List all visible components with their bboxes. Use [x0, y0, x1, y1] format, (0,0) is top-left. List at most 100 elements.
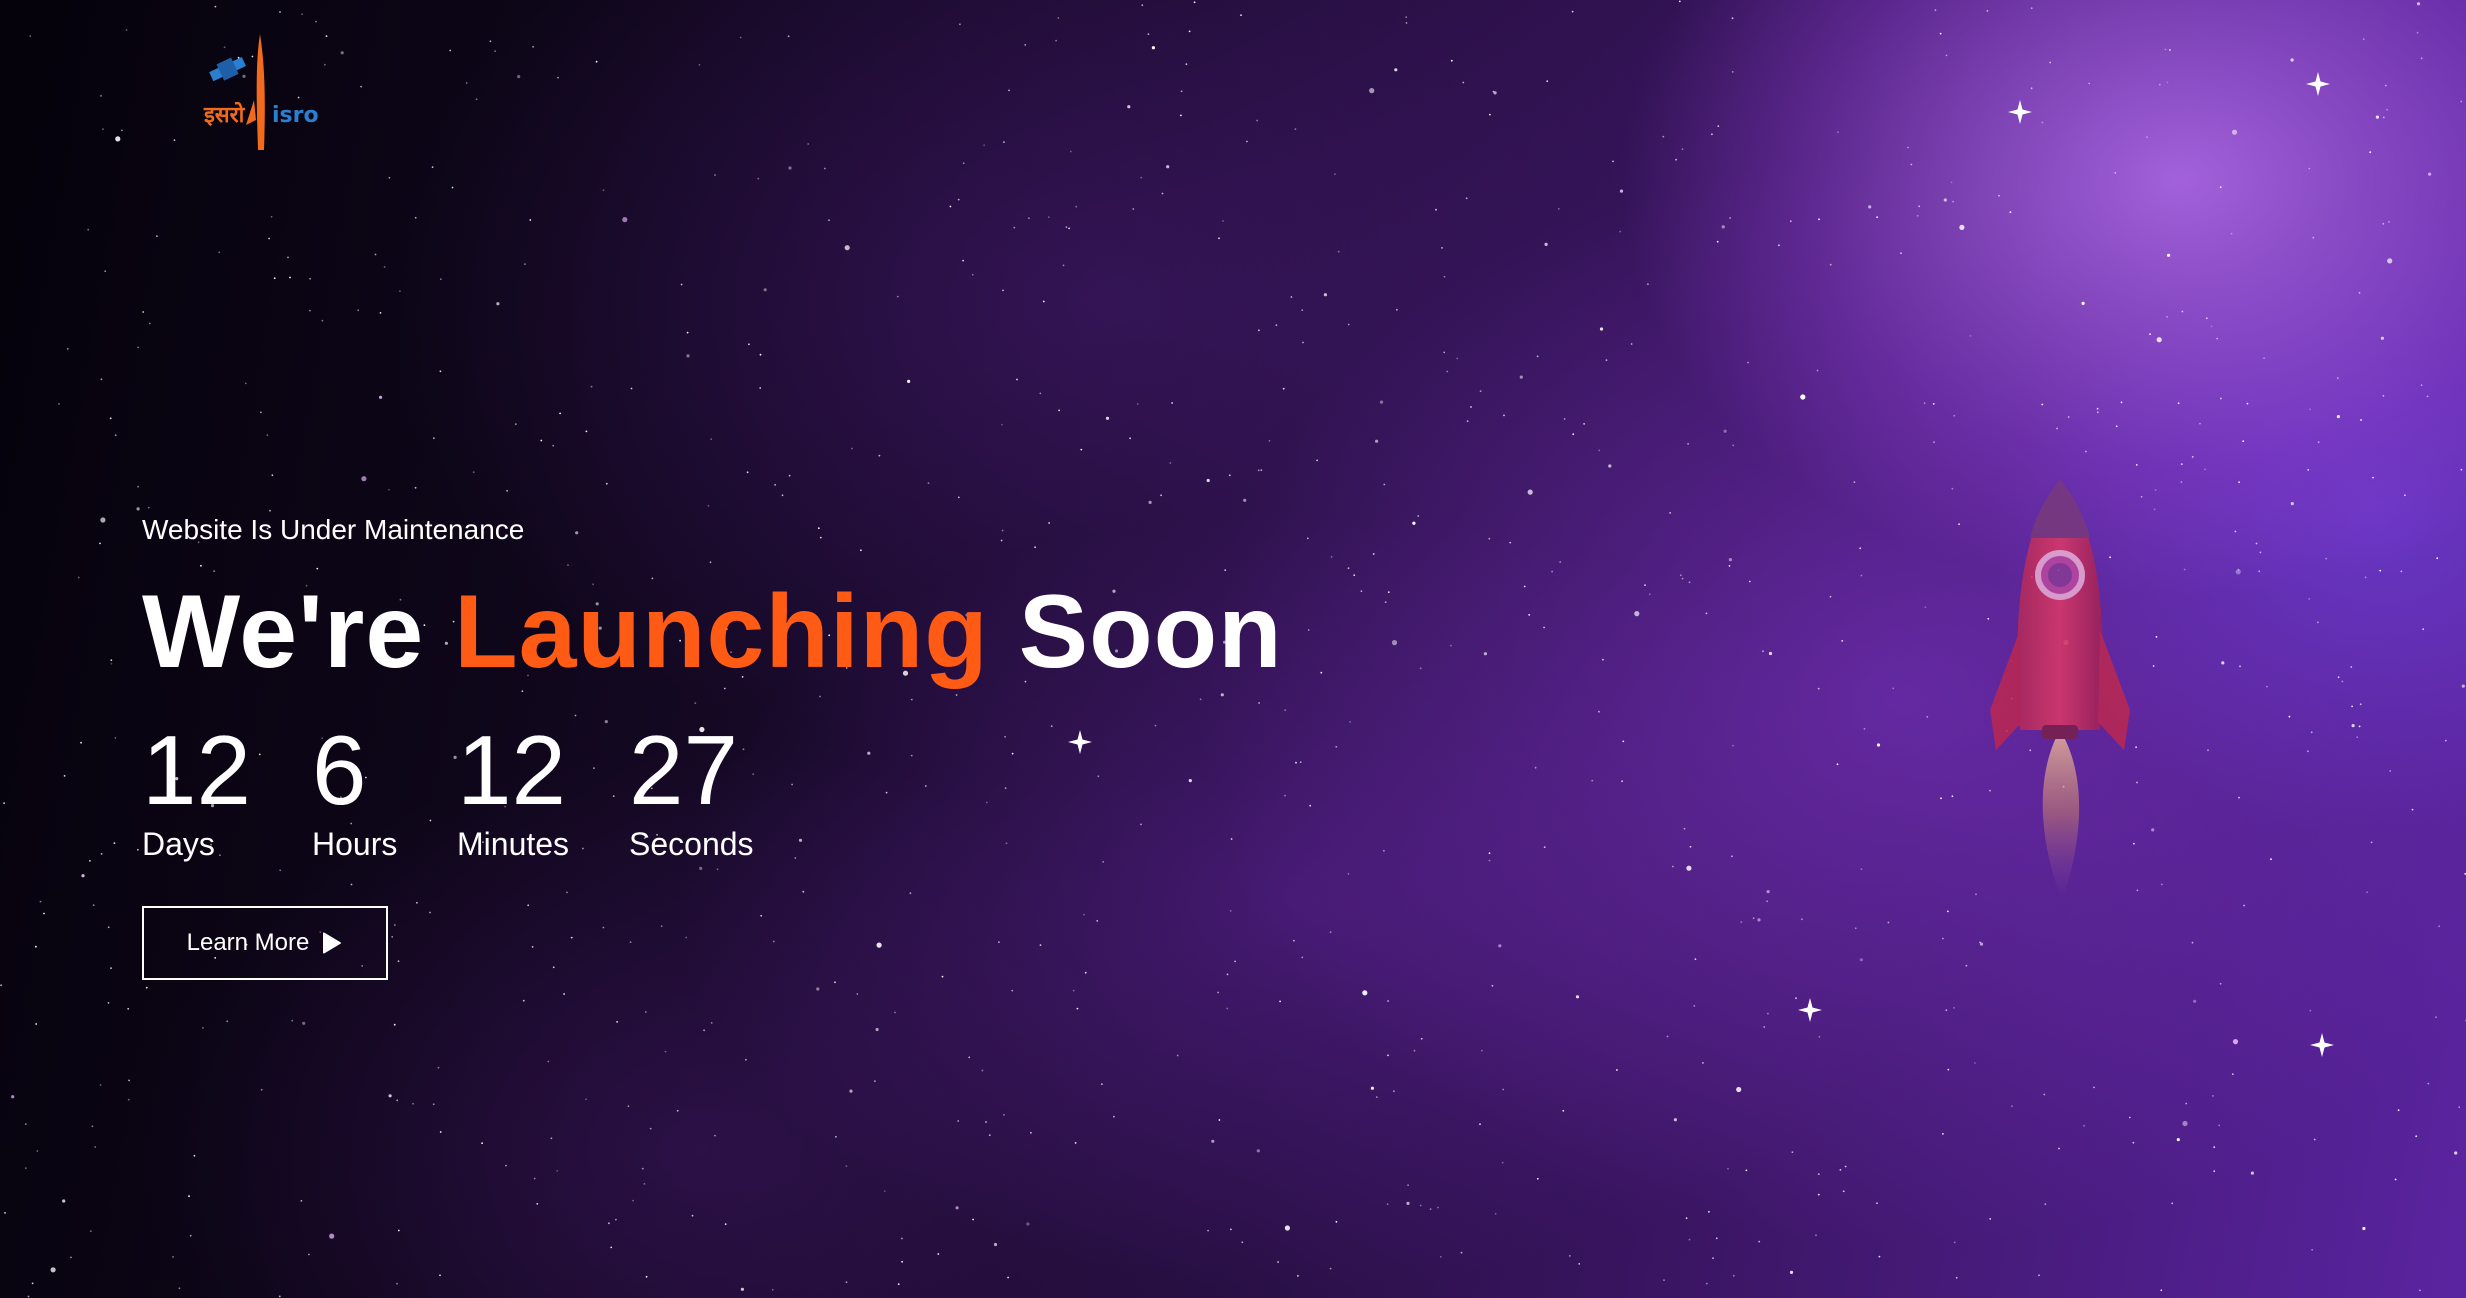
star [2093, 1086, 2095, 1089]
star [2461, 684, 2465, 688]
star [1494, 1212, 1497, 1215]
star [2454, 1151, 2458, 1155]
star [189, 1234, 192, 1237]
star [1193, 1, 1196, 4]
star [988, 1134, 991, 1136]
star [397, 1229, 400, 1232]
star [0, 984, 2, 987]
star [595, 60, 598, 63]
star [1536, 355, 1539, 358]
star [1375, 1096, 1378, 1098]
star [1559, 561, 1562, 563]
star [2388, 221, 2390, 223]
star [309, 309, 311, 312]
star [524, 263, 526, 265]
star [627, 1105, 630, 1108]
maintenance-page: इसरो isro Website Is Under Maintenance W… [0, 0, 2466, 1298]
star [1243, 498, 1247, 502]
star [557, 76, 559, 79]
star [439, 1274, 441, 1277]
star [1132, 208, 1135, 210]
star [1140, 176, 1143, 179]
star [615, 1218, 617, 1221]
learn-more-button[interactable]: Learn More [142, 906, 388, 980]
star [2337, 676, 2340, 679]
star [1393, 1090, 1395, 1093]
star [1493, 91, 1497, 95]
star [1074, 1142, 1077, 1144]
star [178, 1287, 181, 1290]
star [2404, 494, 2406, 497]
star [949, 205, 952, 208]
star [2444, 739, 2447, 742]
star [2030, 7, 2033, 10]
star [1591, 779, 1594, 782]
isro-logo[interactable]: इसरो isro [196, 30, 326, 160]
play-icon [323, 932, 342, 954]
star [680, 283, 683, 286]
star [894, 1011, 896, 1014]
star [1853, 481, 1856, 483]
star [676, 1109, 679, 1112]
star [173, 139, 176, 142]
star [585, 430, 588, 433]
star [1003, 141, 1005, 144]
star [1647, 283, 1649, 285]
star [1217, 991, 1219, 994]
star [1002, 289, 1004, 292]
star [1986, 10, 1989, 12]
star [2199, 422, 2201, 425]
star [1578, 1263, 1581, 1265]
star [1207, 1229, 1209, 1232]
star [957, 496, 960, 499]
star [1731, 17, 1734, 20]
star [1470, 406, 1472, 408]
star [113, 842, 116, 844]
star [962, 162, 965, 165]
star [2191, 456, 2194, 458]
star [2438, 925, 2441, 928]
star [1047, 216, 1050, 219]
star [1316, 459, 1318, 462]
star [2239, 665, 2241, 668]
star [2232, 1039, 2239, 1045]
countdown-seconds: 27 Seconds [629, 718, 829, 864]
star [1003, 1114, 1005, 1116]
star [2263, 357, 2266, 360]
star [2180, 481, 2183, 483]
star [2218, 1124, 2221, 1127]
star [1767, 1012, 1769, 1015]
star [632, 1199, 634, 1202]
star [2382, 116, 2385, 119]
star [1141, 4, 1144, 7]
star [2317, 621, 2319, 624]
star [1562, 1109, 1565, 1112]
star [1334, 173, 1336, 176]
star [2394, 1178, 2397, 1181]
star [2379, 569, 2382, 572]
sparkle-star [2306, 72, 2330, 96]
star [1160, 494, 1162, 497]
star [1693, 1005, 1696, 1007]
star [556, 1169, 559, 1172]
star [533, 1177, 536, 1180]
star [287, 256, 289, 259]
star [1924, 606, 1927, 609]
star [1218, 1119, 1221, 1121]
star [1778, 244, 1780, 247]
star [1842, 1190, 1845, 1193]
star [278, 1295, 281, 1298]
star [2235, 569, 2241, 575]
star [2038, 1274, 2040, 1277]
star [506, 489, 508, 492]
star [1723, 429, 1727, 433]
star [1347, 323, 1350, 326]
sparkle-star [1798, 998, 1822, 1022]
headline-accent: Launching [454, 574, 989, 690]
star [89, 860, 91, 862]
star [1169, 462, 1172, 464]
star [1519, 375, 1523, 379]
star [2419, 1289, 2421, 1292]
star [449, 49, 452, 52]
rocket-logo-icon: इसरो isro [203, 34, 319, 150]
